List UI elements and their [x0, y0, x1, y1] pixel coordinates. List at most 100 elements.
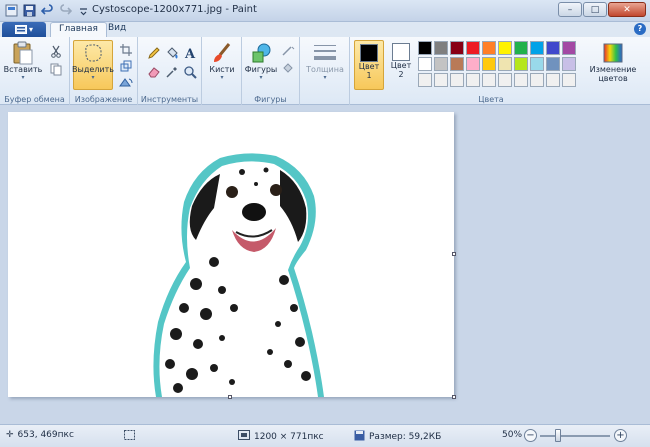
paste-label: Вставить [3, 65, 43, 74]
palette-swatch[interactable] [434, 57, 448, 71]
file-size: Размер: 59,2КБ [354, 430, 441, 444]
palette-swatch[interactable] [450, 41, 464, 55]
resize-icon[interactable] [118, 58, 134, 74]
cut-icon[interactable] [48, 43, 64, 59]
palette-swatch[interactable] [434, 73, 448, 87]
palette-swatch[interactable] [562, 41, 576, 55]
tools-group-label: Инструменты [140, 95, 199, 104]
zoom-in-button[interactable]: + [614, 429, 627, 442]
palette-swatch[interactable] [466, 73, 480, 87]
undo-icon[interactable] [40, 3, 55, 18]
palette-swatch[interactable] [482, 41, 496, 55]
palette-swatch[interactable] [482, 57, 496, 71]
drawing-canvas[interactable] [8, 112, 454, 397]
shapes-label: Фигуры [244, 65, 278, 74]
brushes-button[interactable]: Кисти ▾ [207, 41, 237, 81]
zoom-slider-knob[interactable] [555, 429, 561, 442]
brushes-caret: ▾ [220, 74, 224, 81]
paint-menu-button[interactable]: ▾ [2, 22, 46, 37]
dimensions-icon [238, 430, 250, 443]
palette-swatch[interactable] [466, 57, 480, 71]
size-label: Толщина [306, 65, 344, 74]
palette-swatch[interactable] [530, 41, 544, 55]
select-caret: ▾ [91, 74, 95, 81]
palette-swatch[interactable] [418, 73, 432, 87]
edit-colors-button[interactable]: Изменение цветов [582, 41, 644, 83]
palette-swatch[interactable] [498, 41, 512, 55]
crop-icon[interactable] [118, 42, 134, 58]
tab-home[interactable]: Главная [50, 22, 107, 37]
resize-handle-bottom[interactable] [228, 395, 232, 399]
line-width-icon [313, 41, 337, 65]
tab-view[interactable]: Вид [100, 22, 134, 37]
magnifier-icon[interactable] [182, 64, 198, 80]
edit-colors-icon [601, 41, 625, 65]
copy-icon[interactable] [48, 61, 64, 77]
select-button[interactable]: Выделить ▾ [72, 40, 114, 90]
palette-swatch[interactable] [530, 73, 544, 87]
palette-swatch[interactable] [450, 73, 464, 87]
color1-button[interactable]: Цвет 1 [354, 40, 384, 90]
palette-swatch[interactable] [546, 73, 560, 87]
eraser-icon[interactable] [146, 64, 162, 80]
palette-swatch[interactable] [418, 57, 432, 71]
palette-swatch[interactable] [530, 57, 544, 71]
shapes-icon [249, 41, 273, 65]
size-group: Толщина ▾ [300, 37, 350, 105]
customize-qat-icon[interactable] [76, 3, 91, 18]
pencil-icon[interactable] [146, 45, 162, 61]
minimize-button[interactable]: – [558, 2, 582, 17]
dimensions-value: 1200 × 771пкс [254, 431, 324, 442]
color2-label-line1: Цвет [390, 61, 412, 70]
resize-handle-corner[interactable] [452, 395, 456, 399]
color1-label-line1: Цвет [358, 62, 380, 71]
zoom-slider-track[interactable] [540, 435, 610, 437]
palette-swatch[interactable] [514, 57, 528, 71]
shapes-button[interactable]: Фигуры ▾ [245, 41, 277, 81]
outline-icon[interactable] [280, 43, 296, 59]
color-palette [418, 41, 576, 87]
rotate-icon[interactable] [118, 74, 134, 90]
palette-swatch[interactable] [562, 73, 576, 87]
fill-style-icon[interactable] [280, 61, 296, 77]
zoom-level: 50% [502, 430, 523, 440]
size-button[interactable]: Толщина ▾ [306, 41, 344, 81]
color1-swatch [360, 44, 378, 62]
palette-swatch[interactable] [450, 57, 464, 71]
quick-access-toolbar [4, 3, 91, 18]
paste-button[interactable]: Вставить ▾ [3, 41, 43, 81]
palette-swatch[interactable] [514, 41, 528, 55]
select-icon [81, 41, 105, 65]
redo-icon[interactable] [58, 3, 73, 18]
shapes-group-label: Фигуры [254, 95, 287, 104]
brushes-group: Кисти ▾ [202, 37, 242, 105]
svg-text:A: A [184, 47, 196, 60]
resize-handle-right[interactable] [452, 252, 456, 256]
palette-swatch[interactable] [466, 41, 480, 55]
color2-button[interactable]: Цвет 2 [388, 43, 414, 79]
color-picker-icon[interactable] [164, 64, 180, 80]
edit-colors-label-line1: Изменение [589, 65, 637, 74]
palette-swatch[interactable] [546, 41, 560, 55]
app-icon[interactable] [4, 3, 19, 18]
palette-swatch[interactable] [562, 57, 576, 71]
save-icon[interactable] [22, 3, 37, 18]
palette-swatch[interactable] [546, 57, 560, 71]
palette-swatch[interactable] [514, 73, 528, 87]
palette-swatch[interactable] [434, 41, 448, 55]
ribbon: Вставить ▾ Буфер обмена Выделить ▾ Изобр… [0, 37, 650, 105]
palette-swatch[interactable] [418, 41, 432, 55]
maximize-button[interactable]: □ [583, 2, 607, 17]
status-bar: ✛ 653, 469пкс 1200 × 771пкс Размер: 59,2… [0, 424, 650, 447]
palette-swatch[interactable] [498, 57, 512, 71]
close-button[interactable]: ✕ [608, 2, 646, 17]
palette-swatch[interactable] [498, 73, 512, 87]
color2-label-line2: 2 [398, 70, 404, 79]
ribbon-tab-bar: ▾ Главная Вид ? [0, 22, 650, 37]
fill-icon[interactable] [164, 45, 180, 61]
help-icon[interactable]: ? [634, 23, 646, 35]
text-icon[interactable]: A [182, 45, 198, 61]
brush-icon [210, 41, 234, 65]
palette-swatch[interactable] [482, 73, 496, 87]
zoom-out-button[interactable]: − [524, 429, 537, 442]
